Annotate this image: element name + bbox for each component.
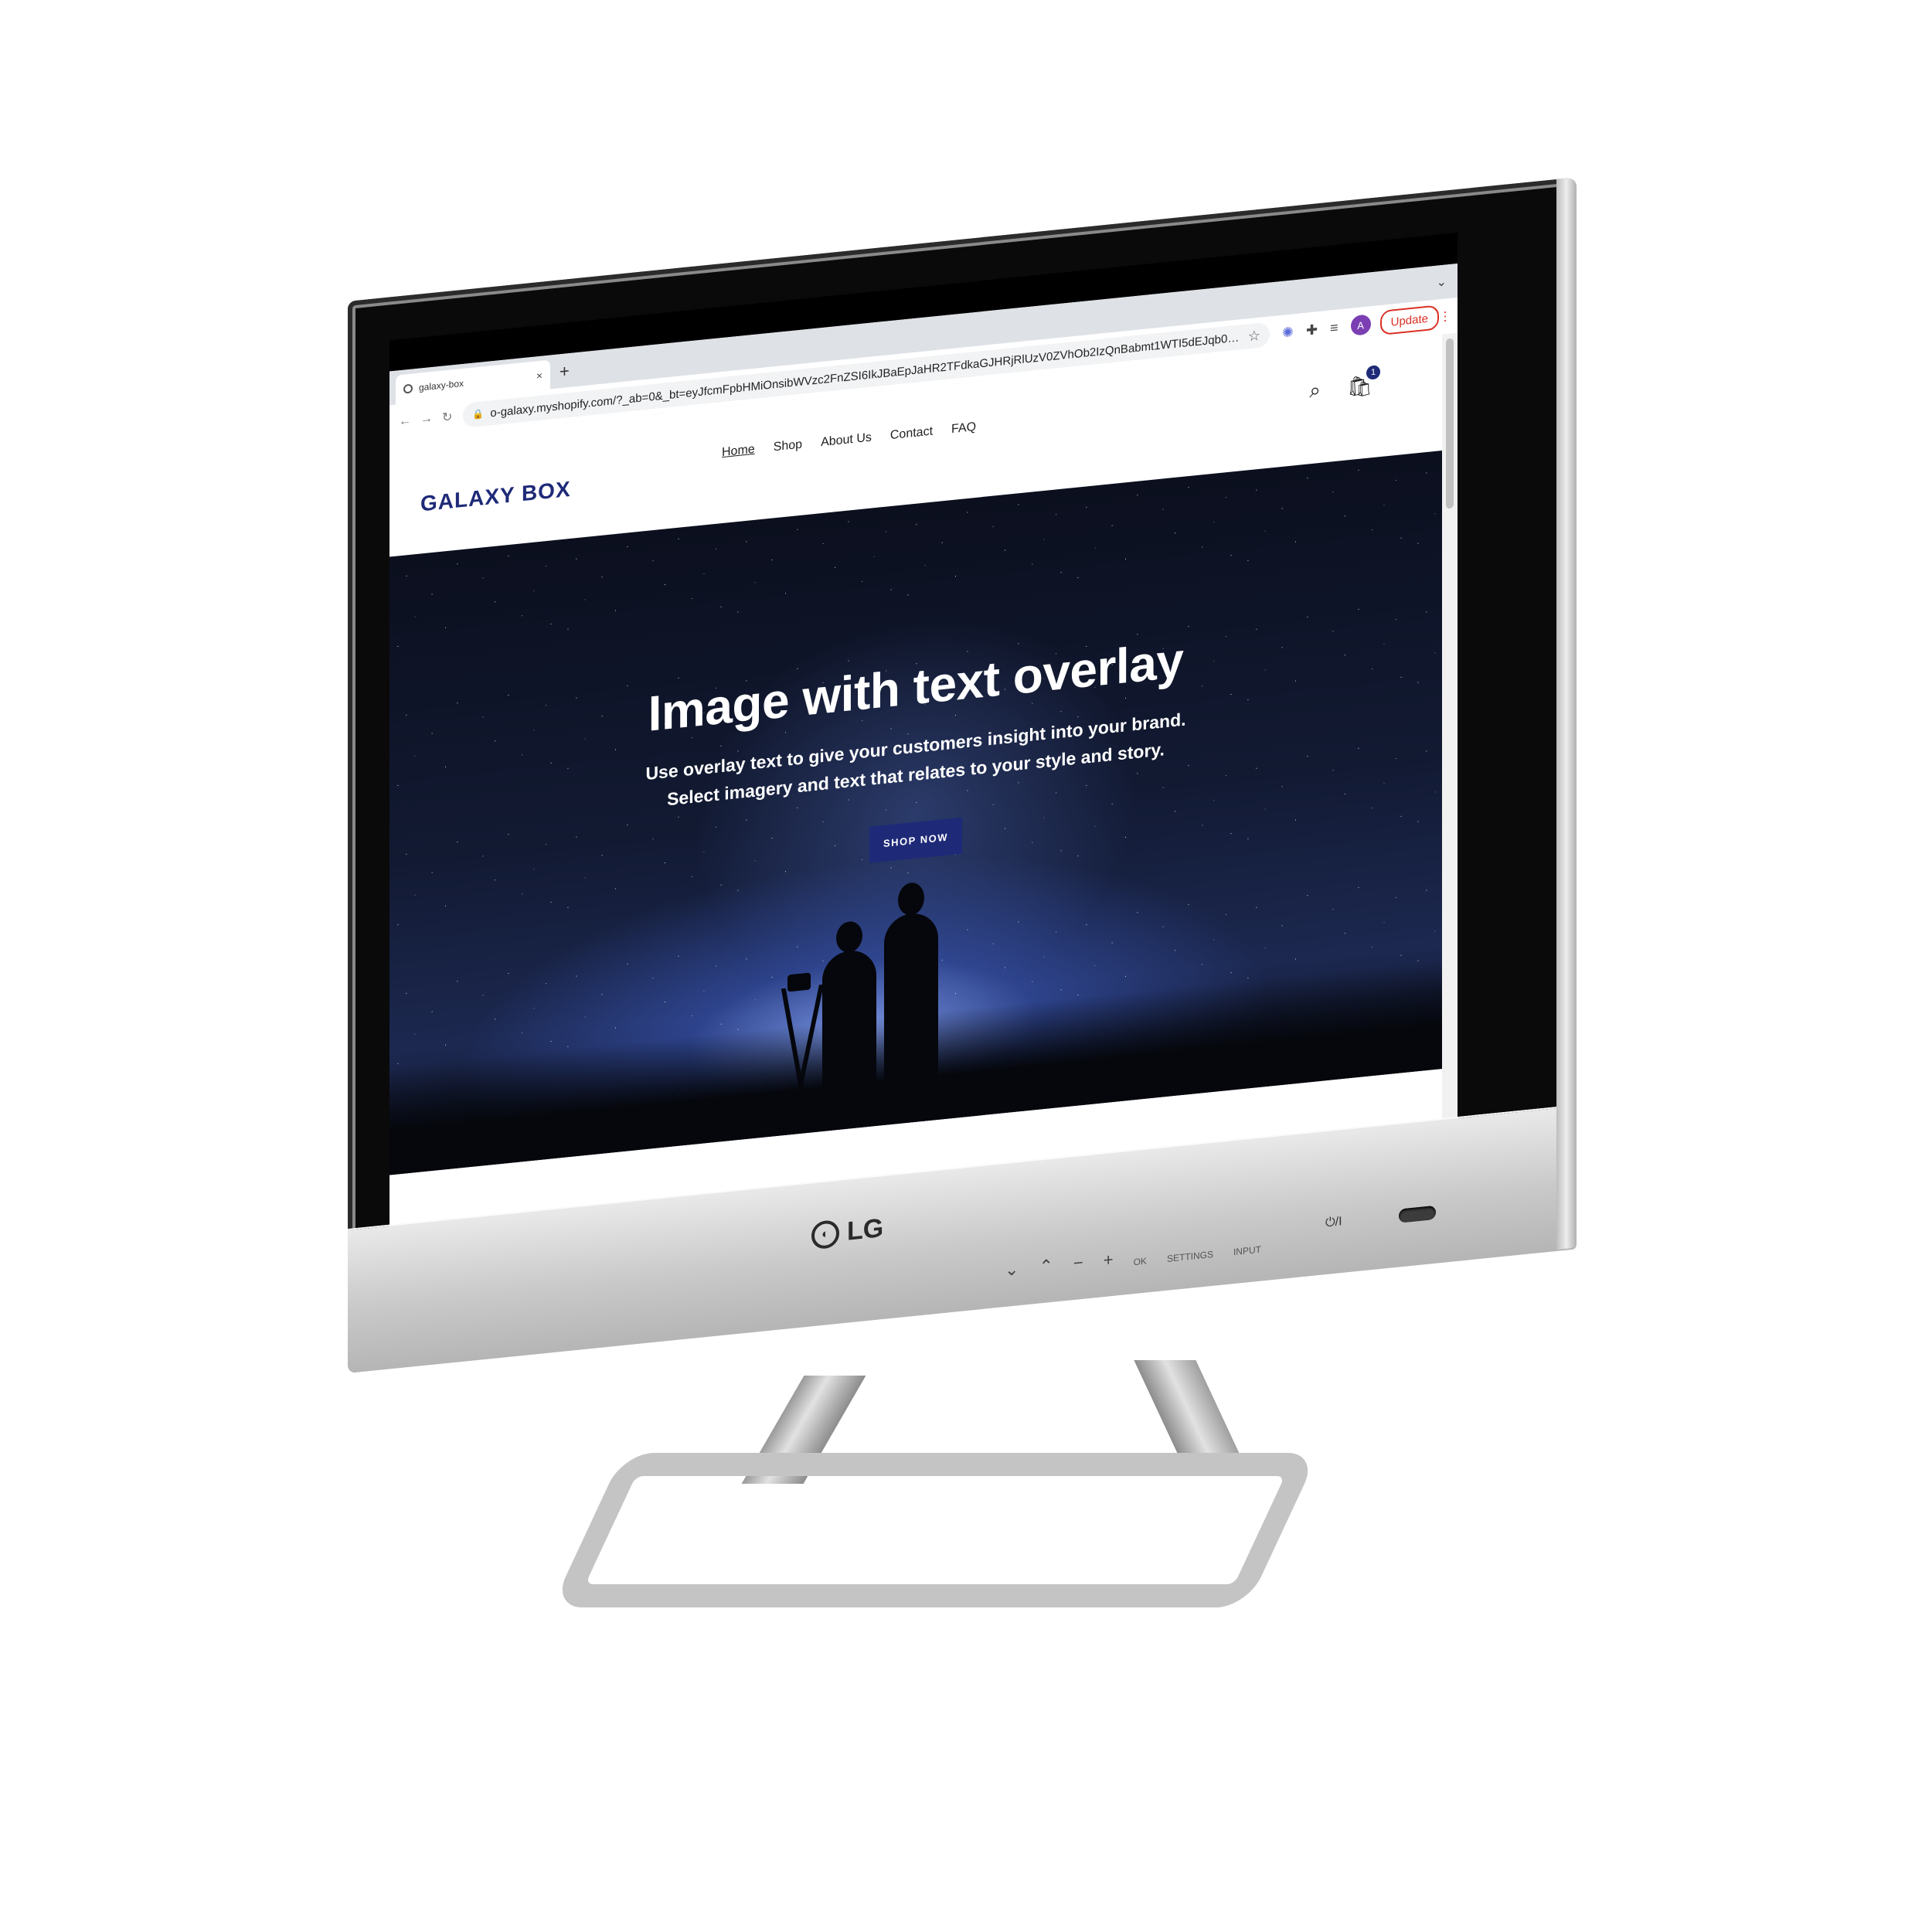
lg-monitor: galaxy-box × + ⌄ ← → ↻ 🔒 o-galaxy.myshop… <box>348 177 1577 1453</box>
monitor-side-edge <box>1556 177 1577 1250</box>
header-icons: ⌕ 🛍 1 <box>1309 364 1380 403</box>
ok-button[interactable]: OK <box>1134 1256 1147 1268</box>
tab-title: galaxy-box <box>419 377 464 393</box>
brand-logo[interactable]: GALAXY BOX <box>420 477 571 517</box>
puzzle-icon[interactable]: ✚ <box>1306 321 1318 339</box>
media-icon[interactable]: ≡ <box>1330 319 1338 336</box>
cart-icon[interactable]: 🛍 1 <box>1347 364 1380 400</box>
lg-logo: ◐ LG <box>811 1213 883 1250</box>
up-button-icon[interactable]: ⌃ <box>1039 1256 1053 1277</box>
stand-neck-right <box>1134 1360 1247 1468</box>
chevron-down-icon[interactable]: ⌄ <box>1437 274 1447 290</box>
lg-circle-icon: ◐ <box>811 1219 839 1250</box>
reload-icon[interactable]: ↻ <box>442 409 452 425</box>
monitor-stand-base <box>551 1453 1319 1607</box>
input-button[interactable]: INPUT <box>1233 1244 1261 1258</box>
nav-contact[interactable]: Contact <box>890 425 933 444</box>
back-icon[interactable]: ← <box>399 414 411 430</box>
down-button-icon[interactable]: ⌄ <box>1005 1259 1019 1281</box>
browser-window: galaxy-box × + ⌄ ← → ↻ 🔒 o-galaxy.myshop… <box>389 263 1458 1230</box>
cart-count-badge: 1 <box>1366 364 1380 380</box>
scrollbar[interactable] <box>1442 332 1458 1123</box>
favicon-icon <box>403 383 413 394</box>
settings-button[interactable]: SETTINGS <box>1167 1249 1213 1264</box>
extension-icon[interactable]: ✺ <box>1282 324 1294 342</box>
hero-banner: Image with text overlay Use overlay text… <box>389 450 1442 1175</box>
lock-icon[interactable]: 🔒 <box>472 408 484 420</box>
person-silhouette <box>884 910 938 1094</box>
forward-icon[interactable]: → <box>420 412 433 427</box>
main-nav: Home Shop About Us Contact FAQ <box>722 420 976 460</box>
nav-faq[interactable]: FAQ <box>951 420 976 437</box>
minus-button-icon[interactable]: − <box>1073 1253 1083 1274</box>
star-icon[interactable]: ☆ <box>1248 327 1260 345</box>
close-tab-icon[interactable]: × <box>536 369 543 383</box>
camera-silhouette <box>787 972 811 992</box>
kebab-menu-icon[interactable]: ⋮ <box>1439 308 1451 325</box>
nav-shop[interactable]: Shop <box>774 438 802 455</box>
scrollbar-thumb[interactable] <box>1446 338 1454 509</box>
new-tab-button[interactable]: + <box>560 361 570 382</box>
nav-about-us[interactable]: About Us <box>821 431 872 451</box>
update-label: Update <box>1390 311 1428 329</box>
monitor-controls: ⌄ ⌃ − + OK SETTINGS INPUT <box>1005 1235 1261 1281</box>
person-silhouette <box>822 947 876 1100</box>
nav-home[interactable]: Home <box>722 443 755 460</box>
lg-logo-text: LG <box>847 1213 884 1247</box>
monitor-screen: galaxy-box × + ⌄ ← → ↻ 🔒 o-galaxy.myshop… <box>389 232 1458 1230</box>
avatar[interactable]: A <box>1350 314 1371 336</box>
power-label: ⏻/I <box>1325 1215 1342 1230</box>
website: GALAXY BOX Home Shop About Us Contact FA… <box>389 334 1442 1230</box>
plus-button-icon[interactable]: + <box>1104 1250 1114 1270</box>
update-button[interactable]: Update <box>1379 304 1439 336</box>
search-icon[interactable]: ⌕ <box>1309 378 1321 403</box>
power-button[interactable] <box>1399 1205 1436 1223</box>
